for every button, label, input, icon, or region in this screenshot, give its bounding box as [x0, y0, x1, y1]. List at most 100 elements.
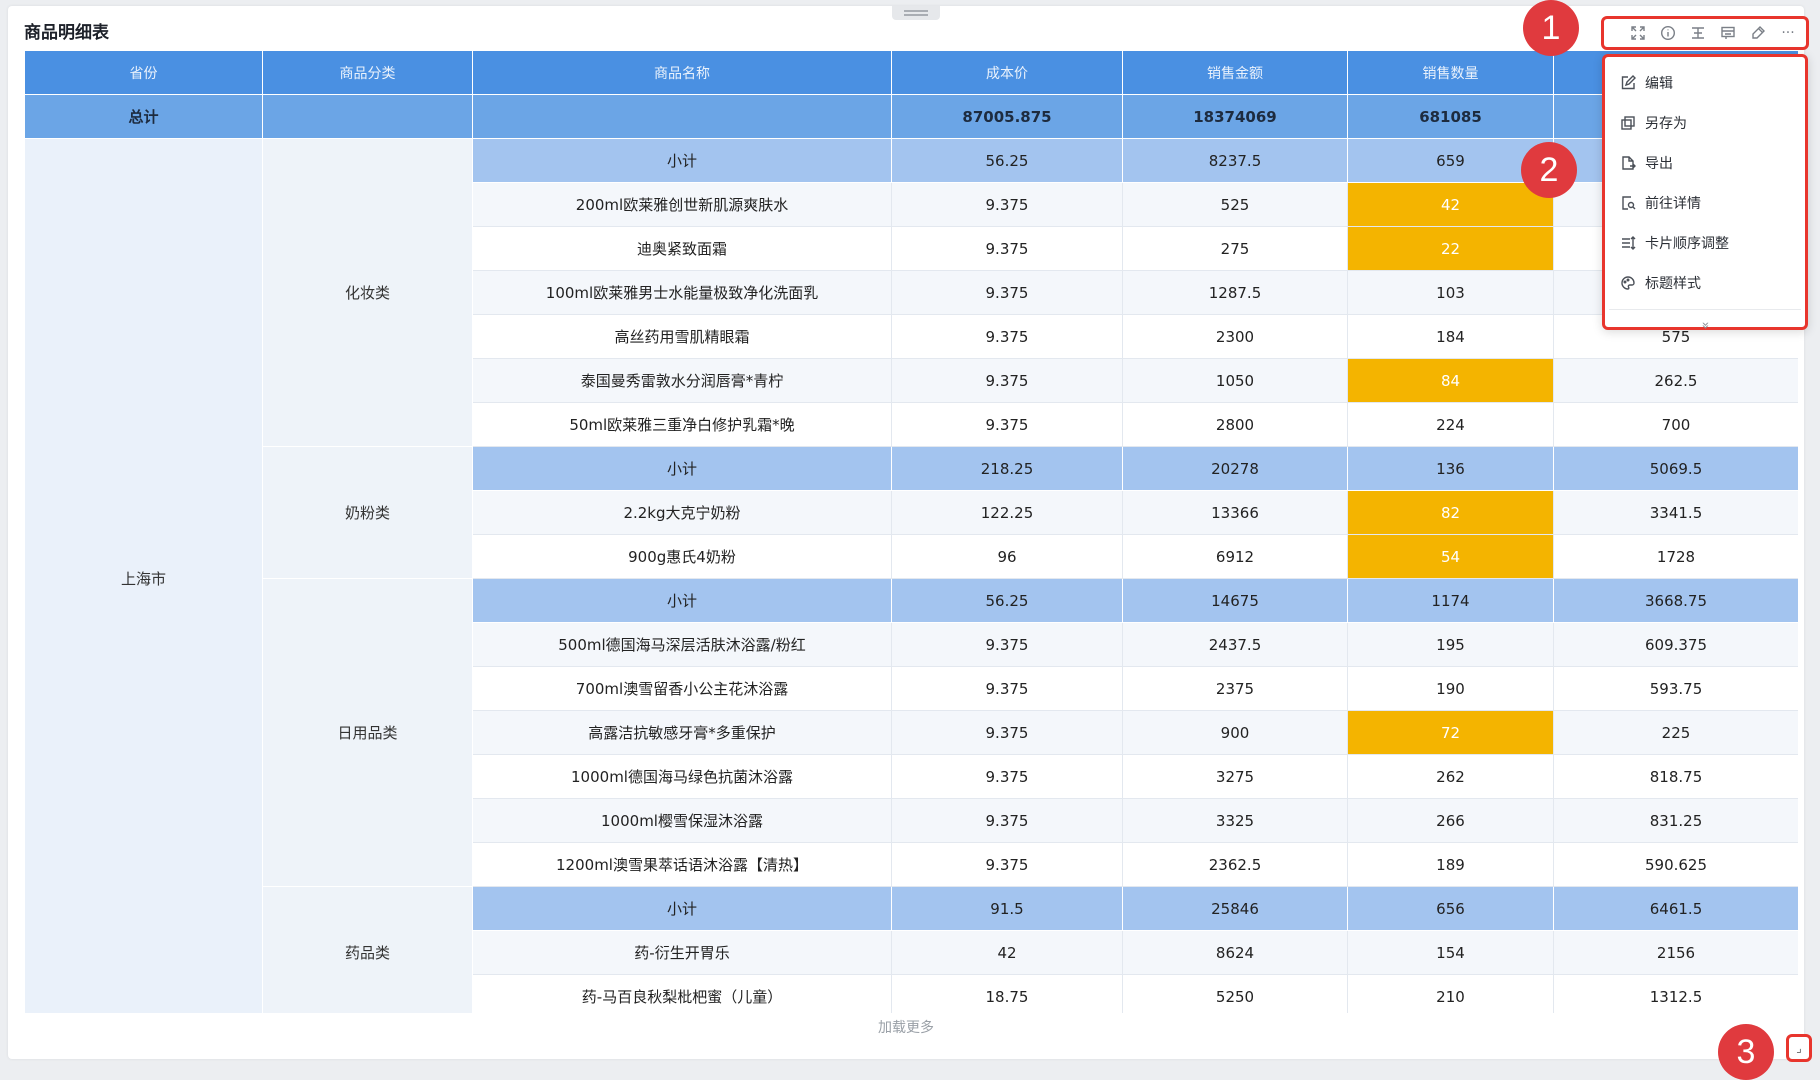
resize-handle-icon[interactable]: ⌟ — [1786, 1034, 1812, 1062]
province-cell[interactable]: 上海市 — [24, 138, 263, 1013]
annotation-badge-1: 1 — [1523, 0, 1579, 56]
menu-item-label: 标题样式 — [1645, 276, 1701, 292]
menu-item-export[interactable]: 导出 — [1605, 143, 1805, 183]
cell-extra: 609.375 — [1553, 622, 1798, 667]
cell-extra: 2156 — [1553, 930, 1798, 975]
cell-cost: 122.25 — [891, 490, 1123, 535]
category-cell[interactable]: 药品类 — [262, 886, 473, 1013]
cell-qty: 262 — [1347, 754, 1554, 799]
cell-qty: 184 — [1347, 314, 1554, 359]
subtotal-label: 小计 — [472, 446, 892, 491]
menu-item-detail[interactable]: 前往详情 — [1605, 183, 1805, 223]
cell-cost: 96 — [891, 534, 1123, 579]
cell-amount: 525 — [1122, 182, 1348, 227]
total-empty-cell — [262, 94, 473, 139]
cell-extra: 225 — [1553, 710, 1798, 755]
more-actions-menu: 编辑 另存为 导出 前往详情 卡片顺序调整 标题样式 » — [1602, 54, 1808, 330]
cell-amount: 3275 — [1122, 754, 1348, 799]
more-icon[interactable]: ··· — [1776, 21, 1800, 45]
subtotal-cost: 56.25 — [891, 138, 1123, 183]
cell-extra: 593.75 — [1553, 666, 1798, 711]
fullscreen-icon[interactable] — [1626, 21, 1650, 45]
subtotal-qty: 656 — [1347, 886, 1554, 931]
cell-qty: 195 — [1347, 622, 1554, 667]
save-as-icon — [1619, 114, 1637, 132]
subtotal-extra: 3668.75 — [1553, 578, 1798, 623]
cell-cost: 9.375 — [891, 402, 1123, 447]
drag-handle[interactable] — [892, 6, 940, 20]
menu-item-title-style[interactable]: 标题样式 — [1605, 263, 1805, 303]
subtotal-label: 小计 — [472, 138, 892, 183]
cell-qty: 190 — [1347, 666, 1554, 711]
total-row: 总计 87005.875 18374069 681085 — [24, 94, 1798, 139]
cell-qty: 189 — [1347, 842, 1554, 887]
cell-cost: 9.375 — [891, 842, 1123, 887]
cell-amount: 5250 — [1122, 974, 1348, 1013]
cell-amount: 8624 — [1122, 930, 1348, 975]
cell-extra: 590.625 — [1553, 842, 1798, 887]
cell-cost: 9.375 — [891, 666, 1123, 711]
subtotal-cost: 91.5 — [891, 886, 1123, 931]
cell-qty: 42 — [1347, 182, 1554, 227]
cell-name: 2.2kg大克宁奶粉 — [472, 490, 892, 535]
filter-icon[interactable] — [1686, 21, 1710, 45]
cell-name: 50ml欧莱雅三重净白修护乳霜*晚 — [472, 402, 892, 447]
menu-item-edit[interactable]: 编辑 — [1605, 63, 1805, 103]
subtotal-cost: 56.25 — [891, 578, 1123, 623]
cell-cost: 9.375 — [891, 358, 1123, 403]
cell-cost: 9.375 — [891, 270, 1123, 315]
table-header-row: 省份 商品分类 商品名称 成本价 销售金额 销售数量 — [24, 50, 1798, 95]
double-chevron-down-icon: » — [1697, 321, 1713, 329]
cell-amount: 2375 — [1122, 666, 1348, 711]
col-header-amount[interactable]: 销售金额 — [1122, 50, 1348, 95]
cell-cost: 9.375 — [891, 182, 1123, 227]
load-more-link[interactable]: 加载更多 — [8, 1017, 1804, 1037]
cell-cost: 9.375 — [891, 798, 1123, 843]
palette-icon — [1619, 274, 1637, 292]
cell-name: 迪奥紧致面霜 — [472, 226, 892, 271]
category-cell[interactable]: 日用品类 — [262, 578, 473, 887]
cell-name: 500ml德国海马深层活肤沐浴露/粉红 — [472, 622, 892, 667]
total-amount: 18374069 — [1122, 94, 1348, 139]
cell-name: 泰国曼秀雷敦水分润唇膏*青柠 — [472, 358, 892, 403]
menu-item-save-as[interactable]: 另存为 — [1605, 103, 1805, 143]
cell-qty: 224 — [1347, 402, 1554, 447]
card-toolbar: ··· — [1601, 16, 1809, 50]
col-header-province[interactable]: 省份 — [24, 50, 263, 95]
subtotal-extra: 5069.5 — [1553, 446, 1798, 491]
cell-qty: 84 — [1347, 358, 1554, 403]
cell-name: 900g惠氏4奶粉 — [472, 534, 892, 579]
edit-brush-icon[interactable] — [1746, 21, 1770, 45]
subtotal-amount: 25846 — [1122, 886, 1348, 931]
col-header-qty[interactable]: 销售数量 — [1347, 50, 1554, 95]
cell-amount: 6912 — [1122, 534, 1348, 579]
category-cell[interactable]: 奶粉类 — [262, 446, 473, 579]
menu-item-label: 导出 — [1645, 156, 1673, 172]
cell-qty: 82 — [1347, 490, 1554, 535]
cell-qty: 22 — [1347, 226, 1554, 271]
cell-extra: 3341.5 — [1553, 490, 1798, 535]
menu-item-reorder[interactable]: 卡片顺序调整 — [1605, 223, 1805, 263]
cell-name: 高露洁抗敏感牙膏*多重保护 — [472, 710, 892, 755]
cell-extra: 818.75 — [1553, 754, 1798, 799]
subtotal-cost: 218.25 — [891, 446, 1123, 491]
cell-extra: 262.5 — [1553, 358, 1798, 403]
col-header-product[interactable]: 商品名称 — [472, 50, 892, 95]
subtotal-amount: 8237.5 — [1122, 138, 1348, 183]
col-header-cost[interactable]: 成本价 — [891, 50, 1123, 95]
cell-qty: 54 — [1347, 534, 1554, 579]
cell-cost: 18.75 — [891, 974, 1123, 1013]
subtotal-row: 奶粉类 小计 218.25 20278 136 5069.5 — [25, 446, 1798, 579]
col-header-category[interactable]: 商品分类 — [262, 50, 473, 95]
cell-name: 100ml欧莱雅男士水能量极致净化洗面乳 — [472, 270, 892, 315]
menu-item-label: 编辑 — [1645, 76, 1673, 92]
subtotal-qty: 136 — [1347, 446, 1554, 491]
linkage-icon[interactable] — [1716, 21, 1740, 45]
annotation-badge-3: 3 — [1718, 1024, 1774, 1080]
menu-expand-more[interactable]: » — [1605, 310, 1805, 340]
detail-table: 省份 商品分类 商品名称 成本价 销售金额 销售数量 总计 87005.875 … — [24, 50, 1798, 1013]
menu-item-label: 前往详情 — [1645, 196, 1701, 212]
subtotal-extra: 6461.5 — [1553, 886, 1798, 931]
info-icon[interactable] — [1656, 21, 1680, 45]
category-cell[interactable]: 化妆类 — [262, 138, 473, 447]
